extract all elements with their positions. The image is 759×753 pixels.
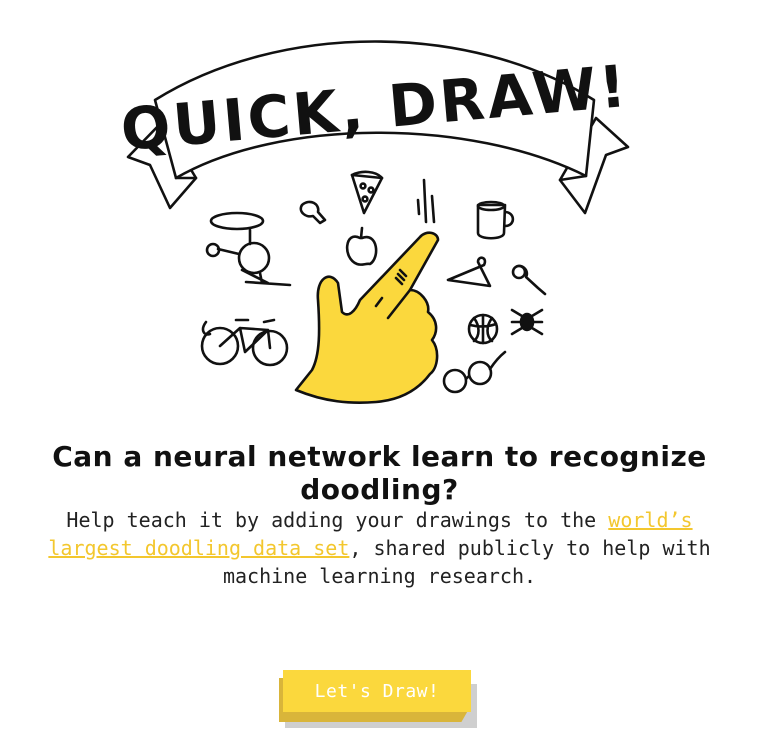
flashlight-icon bbox=[299, 200, 327, 225]
description-before: Help teach it by adding your drawings to… bbox=[66, 508, 609, 532]
hand-pointer-icon bbox=[294, 231, 440, 404]
headline: Can a neural network learn to recognize … bbox=[52, 440, 707, 506]
apple-icon bbox=[345, 226, 378, 267]
eyeglasses-icon bbox=[442, 350, 507, 394]
mug-icon bbox=[476, 200, 515, 240]
hero-illustration: QUICK, DRAW! bbox=[0, 30, 759, 415]
pushpin-icon bbox=[511, 264, 547, 296]
lets-draw-button[interactable]: Let's Draw! bbox=[283, 670, 471, 712]
pizza-icon bbox=[350, 170, 384, 215]
lets-draw-button-wrapper: Let's Draw! bbox=[279, 670, 479, 730]
hanger-icon bbox=[446, 256, 492, 288]
description: Help teach it by adding your drawings to… bbox=[40, 506, 719, 590]
bicycle-icon bbox=[200, 318, 289, 367]
basketball-icon bbox=[467, 313, 499, 345]
spider-icon bbox=[510, 308, 544, 336]
helicopter-icon bbox=[205, 211, 292, 287]
